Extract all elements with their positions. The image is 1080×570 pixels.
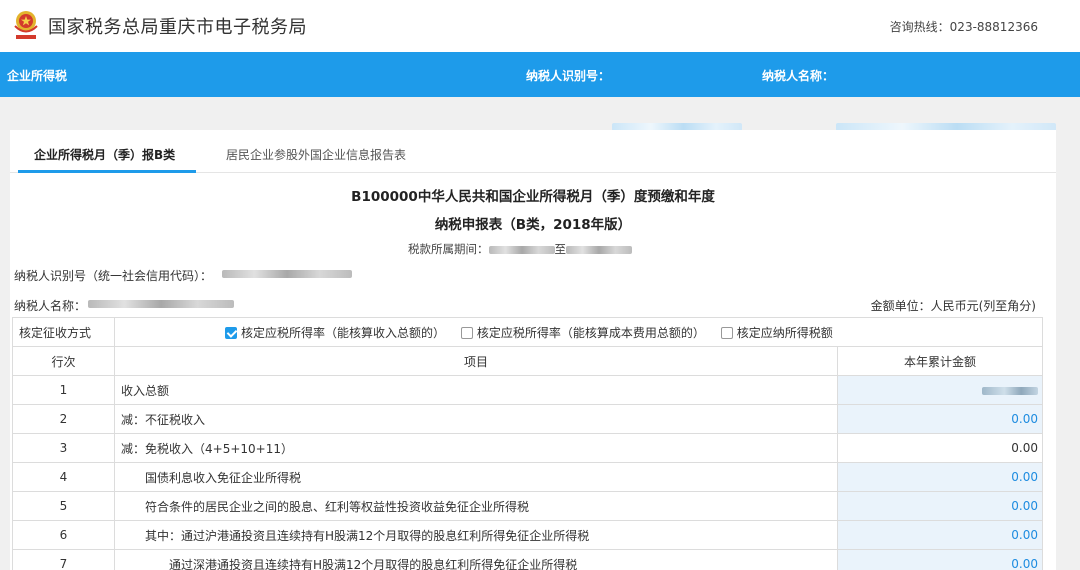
header-item: 项目: [114, 346, 838, 376]
row-amount-value: 0.00: [836, 433, 1044, 463]
levy-method-options: 核定应税所得率（能核算收入总额的） 核定应税所得率（能核算成本费用总额的） 核定…: [113, 317, 1044, 347]
checkbox-unchecked-icon[interactable]: [460, 326, 473, 339]
table-row: 1 收入总额: [12, 375, 1044, 405]
credit-code-label: 纳税人识别号（统一社会信用代码）：: [14, 269, 213, 283]
form-tabs: 企业所得税月（季）报B类 居民企业参股外国企业信息报告表: [10, 130, 1056, 173]
amount-unit-note: 金额单位：人民币元(列至角分): [870, 299, 1036, 313]
header-amount: 本年累计金额: [836, 346, 1044, 376]
row-amount-input[interactable]: 0.00: [836, 491, 1044, 521]
site-title: 国家税务总局重庆市电子税务局: [48, 17, 307, 38]
row-number: 2: [12, 404, 115, 434]
row-number: 1: [12, 375, 115, 405]
levy-option-cost-rate[interactable]: 核定应税所得率（能核算成本费用总额的）: [460, 326, 705, 340]
table-row: 6 其中：通过沪港通投资且连续持有H股满12个月取得的股息红利所得免征企业所得税…: [12, 520, 1044, 550]
levy-method-row: 核定征收方式 核定应税所得率（能核算收入总额的） 核定应税所得率（能核算成本费用…: [12, 317, 1044, 347]
amount-redacted: [982, 386, 1039, 395]
table-row: 2 减：不征税收入 0.00: [12, 404, 1044, 434]
table-row: 4 国债利息收入免征企业所得税 0.00: [12, 462, 1044, 492]
table-header-row: 行次 项目 本年累计金额: [12, 346, 1044, 376]
nav-bar: 企业所得税 纳税人识别号： 纳税人名称：: [0, 52, 1080, 131]
row-amount-input[interactable]: 0.00: [836, 462, 1044, 492]
row-number: 3: [12, 433, 115, 463]
taxpayer-name-field-redacted: [88, 300, 234, 308]
credit-code-redacted: [222, 270, 352, 278]
taxpayer-id-label: 纳税人识别号：: [526, 69, 611, 83]
nav-title[interactable]: 企业所得税: [7, 67, 67, 84]
period-to-label: 至: [554, 242, 567, 256]
levy-option-fixed-tax[interactable]: 核定应纳所得税额: [720, 326, 833, 340]
row-item: 国债利息收入免征企业所得税: [114, 462, 838, 492]
period-row: 税款所属期间： 至: [408, 241, 632, 257]
row-amount-input[interactable]: 0.00: [836, 520, 1044, 550]
hotline-text: 咨询热线：023-88812366: [889, 20, 1038, 34]
row-item: 收入总额: [114, 375, 838, 405]
form-card: 企业所得税月（季）报B类 居民企业参股外国企业信息报告表 B100000中华人民…: [10, 130, 1056, 570]
row-number: 5: [12, 491, 115, 521]
row-item: 减：不征税收入: [114, 404, 838, 434]
levy-option-income-rate[interactable]: 核定应税所得率（能核算收入总额的）: [225, 326, 445, 340]
row-amount-input[interactable]: [836, 375, 1044, 405]
table-row: 7 通过深港通投资且连续持有H股满12个月取得的股息红利所得免征企业所得税 0.…: [12, 549, 1044, 570]
row-item: 符合条件的居民企业之间的股息、红利等权益性投资收益免征企业所得税: [114, 491, 838, 521]
row-amount-input[interactable]: 0.00: [836, 549, 1044, 570]
row-number: 7: [12, 549, 115, 570]
taxpayer-name-label: 纳税人名称：: [762, 69, 835, 83]
header-row-no: 行次: [12, 346, 115, 376]
form-title-line2: 纳税申报表（B类，2018年版）: [434, 217, 632, 233]
checkbox-checked-icon[interactable]: [225, 326, 237, 339]
row-number: 6: [12, 520, 115, 550]
row-item: 其中：通过沪港通投资且连续持有H股满12个月取得的股息红利所得免征企业所得税: [114, 520, 838, 550]
table-row: 5 符合条件的居民企业之间的股息、红利等权益性投资收益免征企业所得税 0.00: [12, 491, 1044, 521]
row-item: 通过深港通投资且连续持有H股满12个月取得的股息红利所得免征企业所得税: [114, 549, 838, 570]
row-number: 4: [12, 462, 115, 492]
row-item: 减：免税收入（4+5+10+11）: [114, 433, 838, 463]
period-end-redacted: [566, 245, 632, 254]
period-start-redacted: [488, 245, 555, 254]
levy-method-label: 核定征收方式: [12, 317, 115, 347]
checkbox-unchecked-icon[interactable]: [720, 326, 733, 339]
form-title-line1: B100000中华人民共和国企业所得税月（季）度预缴和年度: [351, 189, 715, 205]
active-tab-indicator: [18, 170, 196, 173]
table-row: 3 减：免税收入（4+5+10+11） 0.00: [12, 433, 1044, 463]
top-header: 国家税务总局重庆市电子税务局 咨询热线：023-88812366: [0, 0, 1080, 52]
period-label: 税款所属期间：: [408, 242, 489, 256]
tab-enterprise-income-tax-b[interactable]: 企业所得税月（季）报B类: [34, 146, 175, 163]
declaration-table: 核定征收方式 核定应税所得率（能核算收入总额的） 核定应税所得率（能核算成本费用…: [12, 317, 1044, 570]
row-amount-input[interactable]: 0.00: [836, 404, 1044, 434]
tax-bureau-emblem-icon: [14, 11, 38, 39]
tab-foreign-enterprise-report[interactable]: 居民企业参股外国企业信息报告表: [226, 146, 406, 163]
taxpayer-name-field-label: 纳税人名称：: [14, 299, 87, 313]
